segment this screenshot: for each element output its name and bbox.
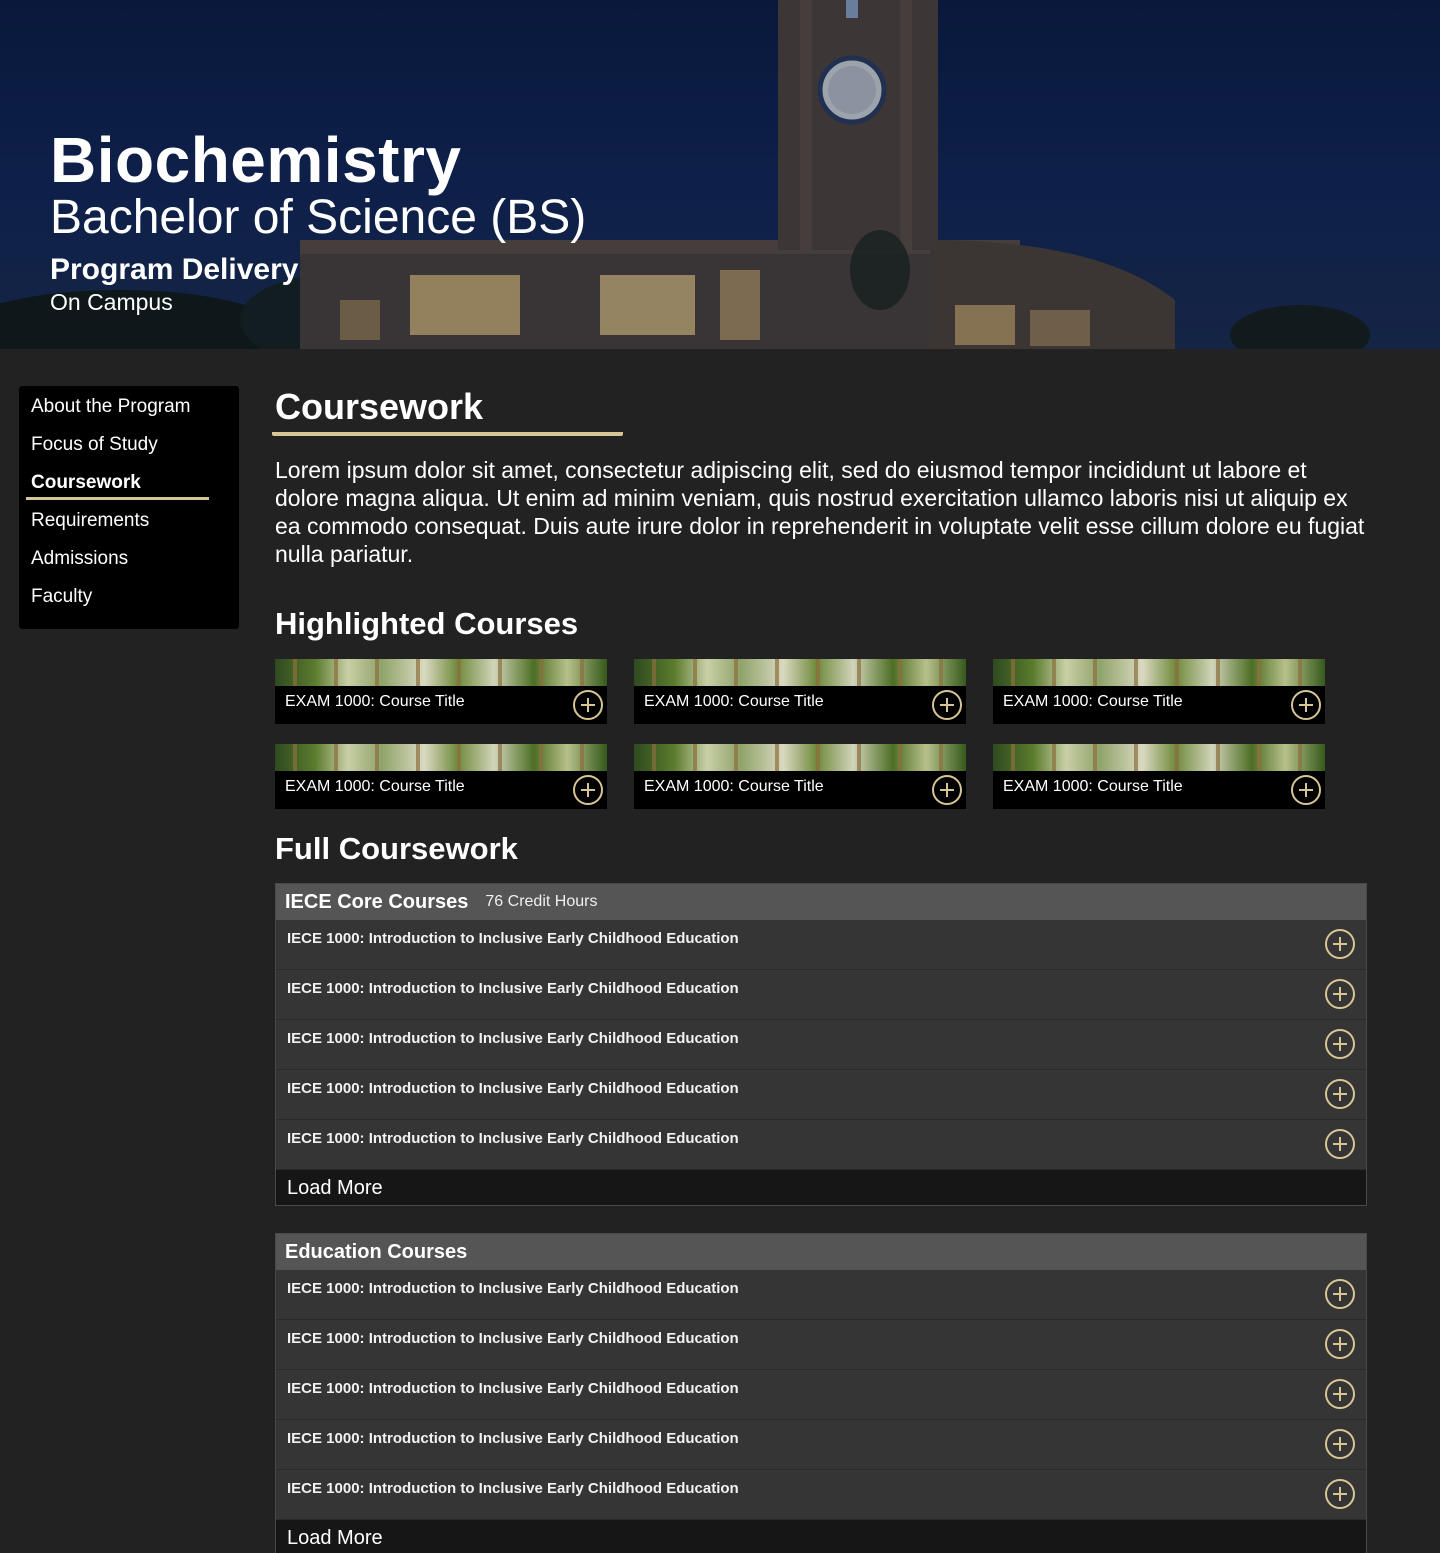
plus-circle-icon[interactable]: [1325, 1129, 1355, 1159]
intro-paragraph: Lorem ipsum dolor sit amet, consectetur …: [275, 457, 1365, 567]
course-row[interactable]: IECE 1000: Introduction to Inclusive Ear…: [276, 1320, 1366, 1370]
section-nav: About the Program Focus of Study Coursew…: [19, 386, 239, 629]
course-row-title: IECE 1000: Introduction to Inclusive Ear…: [287, 1330, 739, 1347]
degree-subtitle: Bachelor of Science (BS): [50, 191, 587, 244]
course-card[interactable]: EXAM 1000: Course Title: [634, 659, 966, 724]
course-card-image: [634, 744, 966, 771]
hero-banner: Biochemistry Bachelor of Science (BS) Pr…: [0, 0, 1440, 349]
course-row-title: IECE 1000: Introduction to Inclusive Ear…: [287, 1430, 739, 1447]
full-coursework-heading: Full Coursework: [275, 831, 518, 866]
course-row-title: IECE 1000: Introduction to Inclusive Ear…: [287, 1080, 739, 1097]
program-title: Biochemistry: [50, 124, 462, 196]
program-delivery-value: On Campus: [50, 289, 173, 315]
course-row-title: IECE 1000: Introduction to Inclusive Ear…: [287, 930, 739, 947]
course-card-title: EXAM 1000: Course Title: [285, 778, 465, 795]
course-row[interactable]: IECE 1000: Introduction to Inclusive Ear…: [276, 1470, 1366, 1520]
course-card-image: [993, 659, 1325, 686]
course-row-title: IECE 1000: Introduction to Inclusive Ear…: [287, 1130, 739, 1147]
course-group-core: IECE Core Courses 76 Credit Hours IECE 1…: [275, 883, 1367, 1206]
plus-circle-icon[interactable]: [1325, 979, 1355, 1009]
course-card-image: [275, 659, 607, 686]
plus-circle-icon[interactable]: [573, 775, 603, 805]
plus-circle-icon[interactable]: [1325, 1029, 1355, 1059]
nav-item-admissions[interactable]: Admissions: [19, 544, 239, 582]
plus-circle-icon[interactable]: [1325, 1329, 1355, 1359]
course-group-header: Education Courses: [276, 1234, 1366, 1270]
plus-circle-icon[interactable]: [573, 690, 603, 720]
nav-item-focus-of-study[interactable]: Focus of Study: [19, 430, 239, 468]
nav-item-label: Faculty: [31, 586, 93, 607]
nav-item-label: Admissions: [31, 548, 129, 569]
course-card-image: [634, 659, 966, 686]
plus-circle-icon[interactable]: [1325, 1279, 1355, 1309]
credit-hours: 76 Credit Hours: [485, 893, 598, 910]
course-row[interactable]: IECE 1000: Introduction to Inclusive Ear…: [276, 1070, 1366, 1120]
course-row[interactable]: IECE 1000: Introduction to Inclusive Ear…: [276, 1270, 1366, 1320]
course-group-header: IECE Core Courses 76 Credit Hours: [276, 884, 1366, 920]
nav-item-label: Coursework: [26, 469, 209, 500]
course-card[interactable]: EXAM 1000: Course Title: [275, 659, 607, 724]
highlighted-courses-grid: EXAM 1000: Course Title EXAM 1000: Cours…: [275, 659, 1367, 809]
course-group-name: IECE Core Courses: [285, 890, 469, 913]
plus-circle-icon[interactable]: [1291, 775, 1321, 805]
plus-circle-icon[interactable]: [1325, 1379, 1355, 1409]
plus-circle-icon[interactable]: [1325, 1079, 1355, 1109]
main-content: Coursework Lorem ipsum dolor sit amet, c…: [272, 386, 1367, 1553]
course-card[interactable]: EXAM 1000: Course Title: [634, 744, 966, 809]
plus-circle-icon[interactable]: [1291, 690, 1321, 720]
nav-item-requirements[interactable]: Requirements: [19, 506, 239, 544]
course-card-image: [275, 744, 607, 771]
course-row-title: IECE 1000: Introduction to Inclusive Ear…: [287, 1380, 739, 1397]
course-card[interactable]: EXAM 1000: Course Title: [275, 744, 607, 809]
course-card[interactable]: EXAM 1000: Course Title: [993, 744, 1325, 809]
course-card-title: EXAM 1000: Course Title: [644, 693, 824, 710]
course-row-title: IECE 1000: Introduction to Inclusive Ear…: [287, 1480, 739, 1497]
plus-circle-icon[interactable]: [1325, 929, 1355, 959]
program-delivery-label: Program Delivery: [50, 253, 299, 286]
course-row[interactable]: IECE 1000: Introduction to Inclusive Ear…: [276, 920, 1366, 970]
course-row[interactable]: IECE 1000: Introduction to Inclusive Ear…: [276, 970, 1366, 1020]
course-row[interactable]: IECE 1000: Introduction to Inclusive Ear…: [276, 1120, 1366, 1170]
course-card-title: EXAM 1000: Course Title: [1003, 693, 1183, 710]
coursework-heading: Coursework: [272, 386, 624, 436]
course-row-title: IECE 1000: Introduction to Inclusive Ear…: [287, 980, 739, 997]
load-more-button[interactable]: Load More: [276, 1170, 1366, 1205]
course-card-title: EXAM 1000: Course Title: [644, 778, 824, 795]
nav-item-faculty[interactable]: Faculty: [19, 582, 239, 620]
course-card-title: EXAM 1000: Course Title: [285, 693, 465, 710]
course-row[interactable]: IECE 1000: Introduction to Inclusive Ear…: [276, 1370, 1366, 1420]
nav-item-coursework[interactable]: Coursework: [19, 468, 239, 506]
course-group-education: Education Courses IECE 1000: Introductio…: [275, 1233, 1367, 1553]
nav-item-label: About the Program: [31, 396, 191, 417]
plus-circle-icon[interactable]: [932, 775, 962, 805]
plus-circle-icon[interactable]: [932, 690, 962, 720]
plus-circle-icon[interactable]: [1325, 1429, 1355, 1459]
course-card[interactable]: EXAM 1000: Course Title: [993, 659, 1325, 724]
plus-circle-icon[interactable]: [1325, 1479, 1355, 1509]
course-group-name: Education Courses: [285, 1240, 468, 1263]
nav-item-label: Requirements: [31, 510, 150, 531]
load-more-button[interactable]: Load More: [276, 1520, 1366, 1553]
nav-item-label: Focus of Study: [31, 434, 158, 455]
course-card-image: [993, 744, 1325, 771]
nav-item-about[interactable]: About the Program: [19, 392, 239, 430]
course-row-title: IECE 1000: Introduction to Inclusive Ear…: [287, 1280, 739, 1297]
course-card-title: EXAM 1000: Course Title: [1003, 778, 1183, 795]
highlighted-courses-heading: Highlighted Courses: [275, 606, 579, 641]
course-row[interactable]: IECE 1000: Introduction to Inclusive Ear…: [276, 1020, 1366, 1070]
hero-text: Biochemistry Bachelor of Science (BS) Pr…: [50, 124, 586, 316]
course-row-title: IECE 1000: Introduction to Inclusive Ear…: [287, 1030, 739, 1047]
course-row[interactable]: IECE 1000: Introduction to Inclusive Ear…: [276, 1420, 1366, 1470]
